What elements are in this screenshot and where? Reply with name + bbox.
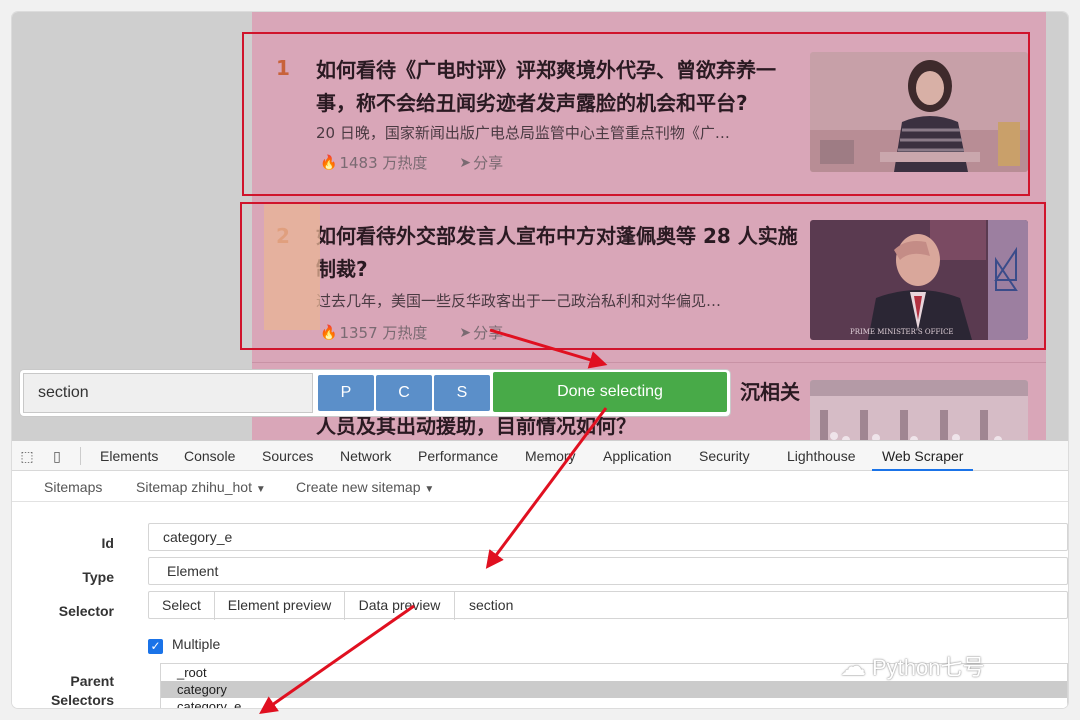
web-page: 1 如何看待《广电时评》评郑爽境外代孕、曾欲弃养一事，称不会给丑闻劣迹者发声露脸… — [12, 12, 1068, 440]
tab-security[interactable]: Security — [699, 441, 750, 471]
multiple-checkbox[interactable]: ✓ — [148, 639, 163, 654]
item-title-fragment[interactable]: 沉相关 — [740, 376, 820, 409]
caret-down-icon: ▼ — [424, 484, 435, 495]
parent-label-line1: Parent — [70, 673, 114, 689]
parent-selectors-label: Parent Selectors — [14, 673, 114, 708]
item-thumbnail[interactable] — [810, 380, 1028, 440]
watermark: ☁ Python七号 — [840, 650, 985, 682]
parent-label-line2: Selectors — [50, 692, 114, 708]
id-label: Id — [101, 535, 114, 551]
hall-photo — [810, 380, 1028, 440]
css-selector-input[interactable]: section — [23, 373, 313, 413]
parent-option[interactable]: category_e — [161, 698, 1067, 708]
tab-lighthouse[interactable]: Lighthouse — [787, 441, 856, 471]
wechat-icon: ☁ — [840, 650, 866, 681]
tab-network[interactable]: Network — [340, 441, 391, 471]
sitemap-name: Sitemap zhihu_hot — [136, 479, 252, 495]
id-input[interactable]: category_e — [148, 523, 1068, 551]
tab-web-scraper[interactable]: Web Scraper — [872, 441, 974, 471]
select-button[interactable]: Select — [149, 592, 215, 620]
tab-memory[interactable]: Memory — [525, 441, 576, 471]
selector-toolbar: section P C S Done selecting — [20, 370, 730, 416]
child-select-button[interactable]: C — [376, 375, 432, 411]
selector-label: Selector — [58, 603, 114, 619]
browser-frame: 1 如何看待《广电时评》评郑爽境外代孕、曾欲弃养一事，称不会给丑闻劣迹者发声露脸… — [12, 12, 1068, 708]
parent-select-button[interactable]: P — [318, 375, 374, 411]
data-preview-button[interactable]: Data preview — [345, 592, 455, 620]
tab-performance[interactable]: Performance — [418, 441, 498, 471]
watermark-text: Python七号 — [872, 655, 985, 680]
sitemap-dropdown[interactable]: Sitemap zhihu_hot ▼ — [136, 472, 266, 502]
sibling-select-button[interactable]: S — [434, 375, 490, 411]
tab-console[interactable]: Console — [184, 441, 235, 471]
create-sitemap-dropdown[interactable]: Create new sitemap ▼ — [296, 472, 434, 502]
element-preview-button[interactable]: Element preview — [215, 592, 345, 620]
selection-box-1 — [242, 32, 1030, 196]
parent-option[interactable]: category — [161, 681, 1067, 698]
tab-sources[interactable]: Sources — [262, 441, 313, 471]
tab-elements[interactable]: Elements — [100, 441, 158, 471]
type-select[interactable]: Element — [148, 557, 1068, 585]
scraper-nav: Sitemaps Sitemap zhihu_hot ▼ Create new … — [12, 472, 1068, 502]
device-toolbar-icon[interactable]: ▯ — [48, 447, 66, 465]
devtools-tabbar: ⬚ ▯ Elements Console Sources Network Per… — [12, 441, 1068, 471]
sitemaps-link[interactable]: Sitemaps — [44, 472, 102, 502]
multiple-label: Multiple — [172, 636, 221, 652]
done-selecting-button[interactable]: Done selecting — [493, 372, 727, 412]
selector-group: Select Element preview Data preview sect… — [148, 591, 1068, 620]
inspect-icon[interactable]: ⬚ — [18, 447, 36, 465]
caret-down-icon: ▼ — [255, 484, 266, 495]
tab-application[interactable]: Application — [603, 441, 672, 471]
selector-input[interactable]: section — [455, 592, 1065, 620]
type-label: Type — [82, 569, 114, 585]
selection-box-2 — [240, 202, 1046, 350]
create-sitemap-label: Create new sitemap — [296, 479, 421, 495]
